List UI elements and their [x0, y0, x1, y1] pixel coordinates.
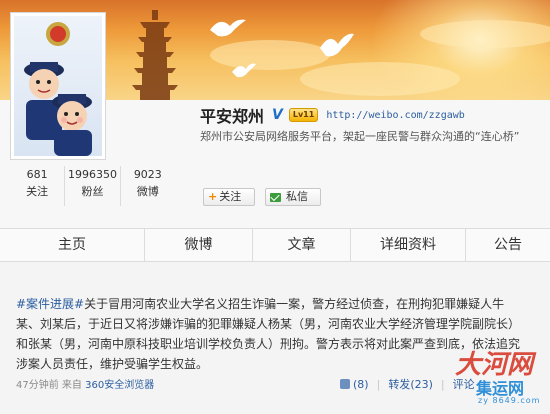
- post-meta: 47分钟前 来自 360安全浏览器: [16, 376, 154, 391]
- tab-announcements[interactable]: 公告: [466, 229, 550, 261]
- tab-weibo[interactable]: 微博: [145, 229, 253, 261]
- profile-name-row: 平安郑州 V Lv11 http://weibo.com/zzgawb: [200, 104, 465, 126]
- stat-followers[interactable]: 1996350 粉丝: [65, 166, 121, 206]
- level-badge[interactable]: Lv11: [288, 108, 319, 122]
- dove-icon: [320, 33, 354, 57]
- tab-home[interactable]: 主页: [0, 229, 145, 261]
- profile-url-link[interactable]: http://weibo.com/zzgawb: [326, 110, 464, 121]
- stat-following[interactable]: 681 关注: [10, 166, 66, 206]
- verified-badge-icon[interactable]: V: [272, 107, 283, 123]
- stat-label: 关注: [26, 185, 49, 198]
- tab-details[interactable]: 详细资料: [351, 229, 466, 261]
- stat-posts[interactable]: 9023 微博: [121, 166, 175, 206]
- profile-name: 平安郑州: [200, 107, 265, 126]
- stat-number: 1996350: [67, 168, 117, 181]
- separator: |: [440, 377, 445, 391]
- stat-label: 微博: [136, 185, 159, 198]
- cloud: [420, 20, 550, 48]
- stat-number: 681: [26, 168, 48, 181]
- site-watermark-url: zy 8649.com: [478, 396, 541, 405]
- like-count[interactable]: (8): [353, 378, 369, 391]
- profile-stats: 681 关注 1996350 粉丝 9023 微博: [10, 166, 175, 206]
- mail-icon: [270, 192, 281, 202]
- tab-articles[interactable]: 文章: [253, 229, 351, 261]
- stat-number: 9023: [133, 168, 162, 181]
- separator: |: [376, 377, 381, 391]
- dove-icon: [232, 63, 256, 78]
- cloud: [210, 40, 330, 70]
- thumbs-up-icon[interactable]: [340, 379, 350, 389]
- pagoda-image: [132, 10, 178, 100]
- follow-button[interactable]: + 关注: [203, 188, 255, 206]
- dove-icon: [210, 19, 246, 37]
- repost-link[interactable]: 转发: [388, 376, 410, 392]
- post-content: #案件进展#关于冒用河南农业大学名义招生诈骗一案，警方经过侦查，在刑拘犯罪嫌疑人…: [16, 294, 521, 374]
- avatar[interactable]: [10, 12, 106, 160]
- plus-icon: +: [208, 190, 218, 203]
- profile-description: 郑州市公安局网络服务平台，架起一座民警与群众沟通的“连心桥”: [200, 130, 520, 143]
- stat-label: 粉丝: [81, 185, 104, 198]
- repost-count[interactable]: (23): [410, 378, 433, 391]
- cloud: [300, 62, 460, 96]
- post-source-link[interactable]: 360安全浏览器: [85, 380, 154, 391]
- weibo-post: #案件进展#关于冒用河南农业大学名义招生诈骗一案，警方经过侦查，在刑拘犯罪嫌疑人…: [0, 262, 550, 414]
- message-label: 私信: [286, 190, 308, 203]
- post-source-prefix: 来自: [61, 380, 82, 391]
- profile-nav: 主页 微博 文章 详细资料 公告: [0, 228, 550, 262]
- post-body: 关于冒用河南农业大学名义招生诈骗一案，警方经过侦查，在刑拘犯罪嫌疑人牛某、刘某后…: [16, 297, 521, 371]
- message-button[interactable]: 私信: [265, 188, 321, 206]
- post-topic-tag[interactable]: #案件进展#: [16, 297, 84, 311]
- post-time[interactable]: 47分钟前: [16, 380, 59, 391]
- police-mascot-image: [24, 22, 92, 156]
- follow-label: 关注: [219, 190, 242, 203]
